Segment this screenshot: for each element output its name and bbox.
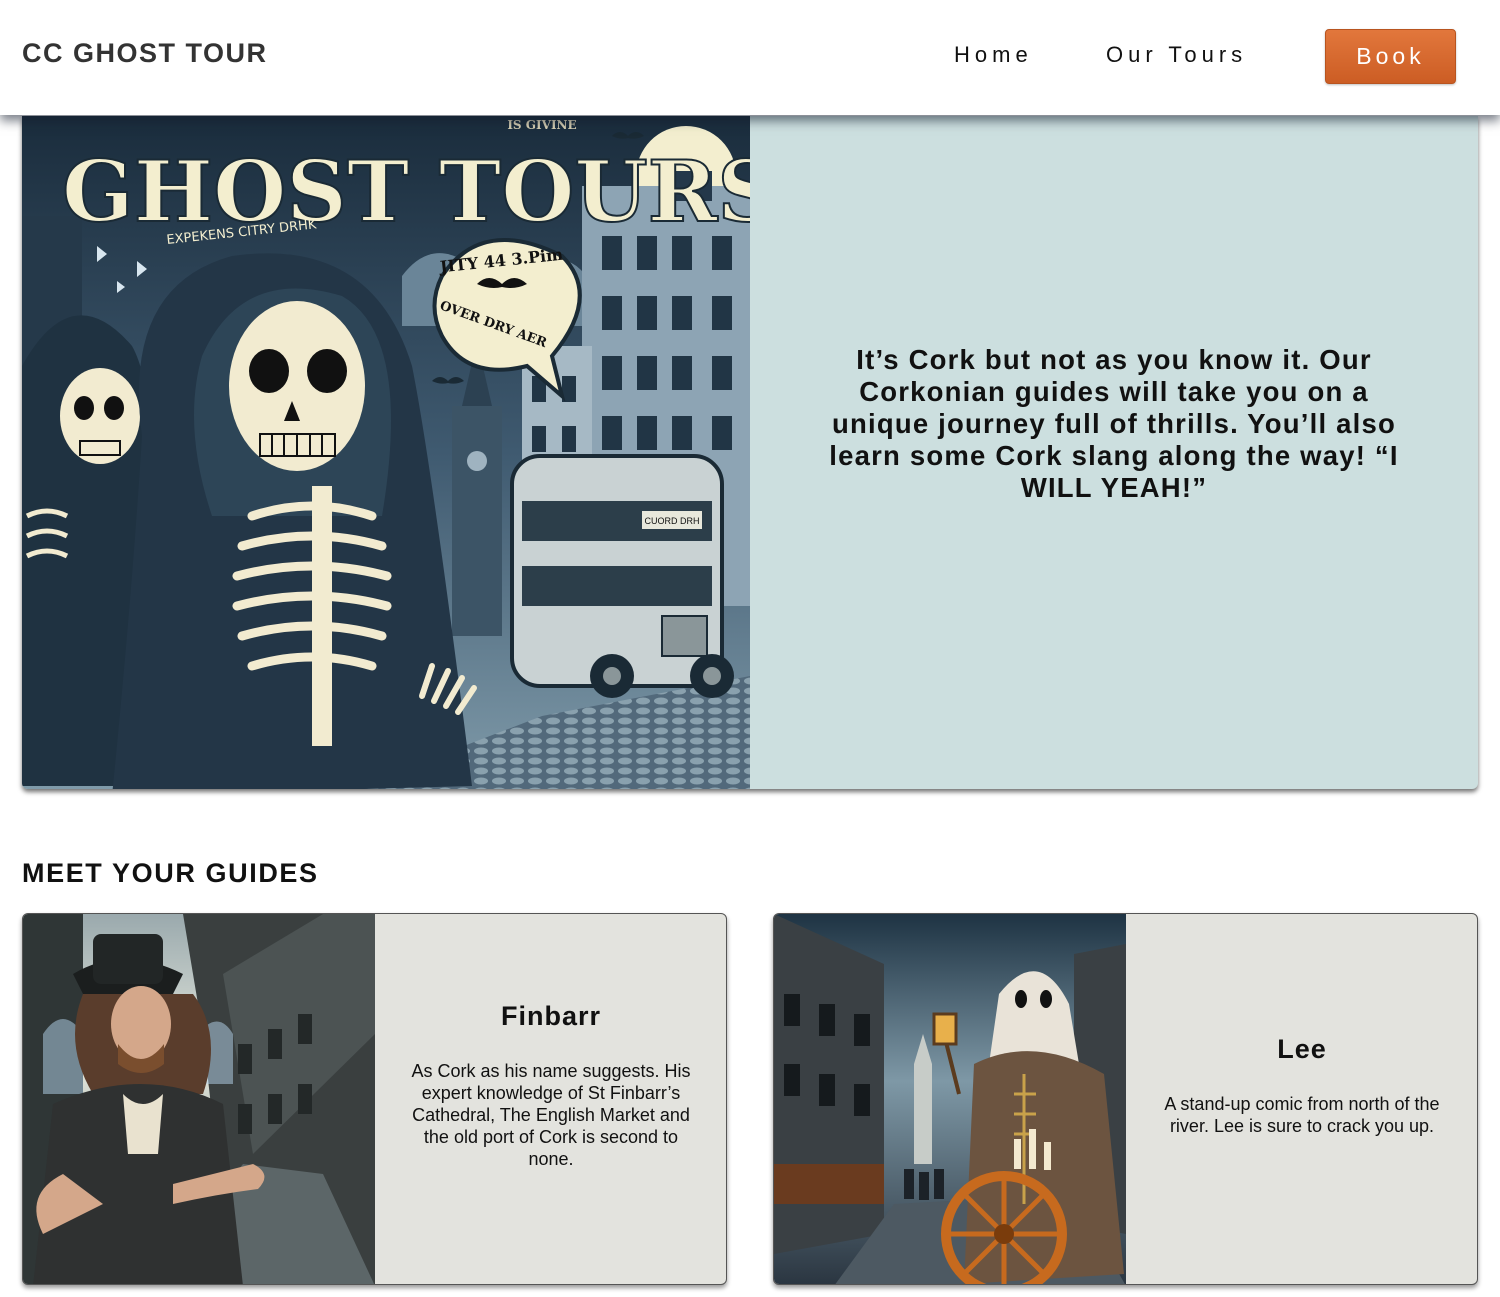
guide-description: As Cork as his name suggests. His expert… [411,1060,691,1169]
site-header: CC GHOST TOUR Home Our Tours Book [0,0,1500,115]
brand-logo[interactable]: CC GHOST TOUR [22,38,268,69]
svg-text:IS GIVINE: IS GIVINE [507,118,576,132]
guide-info-finbarr: Finbarr As Cork as his name suggests. Hi… [375,914,726,1284]
hero-ghost-tours-poster: CUORD DRH JITY 44 3.Pim OVER DRY AER GHO… [22,116,750,789]
guide-name: Lee [1277,1033,1327,1064]
guide-card-finbarr: Finbarr As Cork as his name suggests. Hi… [22,913,727,1285]
guide-name: Finbarr [500,1000,601,1031]
guide-info-lee: Lee A stand-up comic from north of the r… [1126,914,1477,1284]
hero-tagline: It’s Cork but not as you know it. Our Co… [829,343,1399,503]
hero-text-panel: It’s Cork but not as you know it. Our Co… [750,116,1478,789]
guides-section-title: MEET YOUR GUIDES [22,858,319,888]
svg-text:GHOST TOURS: GHOST TOURS [62,142,750,241]
hero-section: CUORD DRH JITY 44 3.Pim OVER DRY AER GHO… [22,116,1478,789]
guide-lee-photo [774,914,1126,1284]
nav-link-our-tours[interactable]: Our Tours [1106,42,1247,68]
guide-description: A stand-up comic from north of the river… [1164,1093,1440,1136]
guide-card-lee: Lee A stand-up comic from north of the r… [773,913,1478,1285]
nav-link-home[interactable]: Home [954,42,1033,68]
guide-finbarr-photo [23,914,375,1284]
book-button[interactable]: Book [1325,29,1456,84]
svg-text:CUORD DRH: CUORD DRH [645,516,700,526]
